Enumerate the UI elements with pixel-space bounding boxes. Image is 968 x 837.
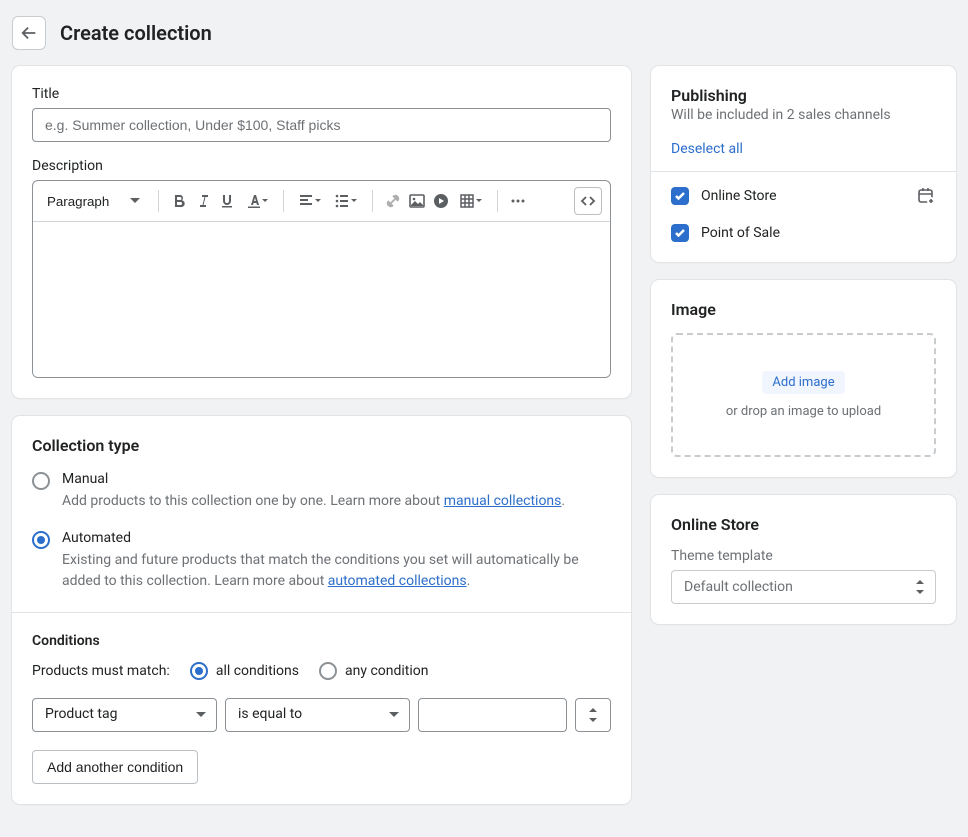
collection-type-card: Collection type Manual Add products to t… bbox=[12, 416, 631, 804]
check-icon bbox=[674, 227, 686, 239]
automated-collections-link[interactable]: automated collections bbox=[328, 573, 467, 589]
dots-icon bbox=[510, 193, 526, 209]
caret-down-icon bbox=[196, 710, 206, 720]
divider bbox=[651, 171, 956, 172]
title-input[interactable] bbox=[32, 108, 611, 142]
caret-down-icon bbox=[130, 196, 140, 206]
all-conditions-label: all conditions bbox=[216, 663, 299, 679]
add-condition-button[interactable]: Add another condition bbox=[32, 750, 198, 784]
manual-radio-label: Manual bbox=[62, 471, 611, 487]
toolbar-separator bbox=[372, 190, 373, 212]
bold-icon bbox=[172, 194, 186, 208]
text-color-icon bbox=[246, 194, 268, 208]
play-circle-icon bbox=[433, 193, 449, 209]
more-button[interactable] bbox=[506, 187, 530, 215]
theme-template-select[interactable]: Default collection bbox=[671, 570, 936, 604]
description-label: Description bbox=[32, 158, 611, 174]
automated-radio-label: Automated bbox=[62, 530, 611, 546]
divider bbox=[12, 612, 631, 613]
all-conditions-radio[interactable] bbox=[190, 662, 208, 680]
sort-icon bbox=[588, 708, 598, 722]
publishing-subtext: Will be included in 2 sales channels bbox=[671, 107, 936, 123]
sort-icon bbox=[915, 580, 925, 594]
manual-radio-desc: Add products to this collection one by o… bbox=[62, 491, 611, 512]
description-input[interactable] bbox=[33, 222, 610, 377]
condition-sort-button[interactable] bbox=[575, 698, 611, 732]
video-button[interactable] bbox=[429, 187, 453, 215]
any-condition-label: any condition bbox=[345, 663, 429, 679]
text-color-button[interactable] bbox=[239, 187, 275, 215]
publishing-card: Publishing Will be included in 2 sales c… bbox=[651, 66, 956, 262]
add-image-button[interactable]: Add image bbox=[762, 371, 844, 394]
toolbar-separator bbox=[283, 190, 284, 212]
deselect-all-link[interactable]: Deselect all bbox=[671, 141, 743, 157]
manual-collections-link[interactable]: manual collections bbox=[444, 493, 562, 509]
rte-toolbar: Paragraph bbox=[33, 181, 610, 222]
rich-text-editor: Paragraph bbox=[32, 180, 611, 378]
image-heading: Image bbox=[671, 300, 936, 319]
image-drop-zone[interactable]: Add image or drop an image to upload bbox=[671, 333, 936, 457]
italic-icon bbox=[196, 194, 210, 208]
pos-label: Point of Sale bbox=[701, 225, 780, 241]
collection-type-heading: Collection type bbox=[32, 436, 611, 455]
bold-button[interactable] bbox=[167, 187, 191, 215]
table-button[interactable] bbox=[453, 187, 489, 215]
code-view-button[interactable] bbox=[574, 187, 602, 215]
list-button[interactable] bbox=[328, 187, 364, 215]
online-store-card: Online Store Theme template Default coll… bbox=[651, 495, 956, 624]
title-label: Title bbox=[32, 86, 611, 102]
condition-field-select[interactable]: Product tag bbox=[32, 698, 217, 732]
caret-down-icon bbox=[389, 710, 399, 720]
title-description-card: Title Description Paragraph bbox=[12, 66, 631, 398]
code-icon bbox=[580, 193, 596, 209]
page-title: Create collection bbox=[60, 21, 212, 45]
schedule-button[interactable] bbox=[916, 186, 936, 206]
list-icon bbox=[335, 194, 357, 208]
link-button[interactable] bbox=[381, 187, 405, 215]
match-label: Products must match: bbox=[32, 663, 170, 679]
image-button[interactable] bbox=[405, 187, 429, 215]
back-button[interactable] bbox=[12, 16, 46, 50]
manual-radio[interactable] bbox=[32, 472, 50, 490]
align-icon bbox=[299, 194, 321, 208]
image-card: Image Add image or drop an image to uplo… bbox=[651, 280, 956, 477]
table-icon bbox=[460, 194, 482, 208]
image-icon bbox=[409, 193, 425, 209]
toolbar-separator bbox=[158, 190, 159, 212]
online-store-heading: Online Store bbox=[671, 515, 936, 534]
any-condition-radio[interactable] bbox=[319, 662, 337, 680]
condition-value-input[interactable] bbox=[418, 698, 567, 732]
image-hint: or drop an image to upload bbox=[683, 404, 924, 419]
conditions-heading: Conditions bbox=[32, 633, 611, 649]
automated-radio-desc: Existing and future products that match … bbox=[62, 550, 611, 592]
online-store-checkbox[interactable] bbox=[671, 187, 689, 205]
underline-button[interactable] bbox=[215, 187, 239, 215]
theme-template-label: Theme template bbox=[671, 548, 936, 564]
arrow-left-icon bbox=[20, 24, 38, 42]
publishing-heading: Publishing bbox=[671, 86, 936, 105]
underline-icon bbox=[220, 194, 234, 208]
condition-operator-select[interactable]: is equal to bbox=[225, 698, 410, 732]
calendar-plus-icon bbox=[917, 187, 935, 205]
paragraph-select[interactable]: Paragraph bbox=[41, 190, 146, 213]
link-icon bbox=[385, 193, 401, 209]
toolbar-separator bbox=[497, 190, 498, 212]
align-button[interactable] bbox=[292, 187, 328, 215]
online-store-label: Online Store bbox=[701, 188, 777, 204]
italic-button[interactable] bbox=[191, 187, 215, 215]
pos-checkbox[interactable] bbox=[671, 224, 689, 242]
automated-radio[interactable] bbox=[32, 531, 50, 549]
check-icon bbox=[674, 190, 686, 202]
